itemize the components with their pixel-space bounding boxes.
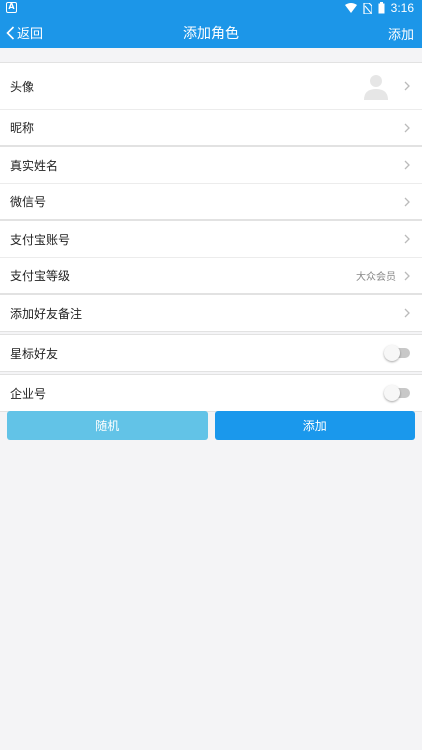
group-star: 星标好友 (0, 334, 422, 372)
add-button[interactable]: 添加 (214, 411, 415, 440)
row-label: 真实姓名 (10, 158, 59, 173)
form: 头像 昵称 真实姓名 微信号 支付宝账号 支付宝等级 大众会员 添加好友备注 星… (0, 62, 422, 412)
page-title: 添加角色 (183, 26, 239, 42)
no-sim-icon (363, 2, 372, 14)
chevron-right-icon (404, 308, 410, 318)
row-friend-note[interactable]: 添加好友备注 (0, 295, 422, 331)
nav-add-button[interactable]: 添加 (388, 24, 414, 43)
battery-icon (378, 2, 385, 14)
nav-bar: 返回 添加角色 添加 (0, 18, 422, 48)
row-label: 昵称 (10, 121, 35, 135)
group-identity: 真实姓名 微信号 (0, 146, 422, 220)
row-alipay-level[interactable]: 支付宝等级 大众会员 (0, 257, 422, 293)
row-label: 支付宝等级 (10, 269, 71, 283)
row-star-friend: 星标好友 (0, 335, 422, 371)
row-label: 星标好友 (10, 346, 59, 361)
enterprise-toggle[interactable] (384, 385, 410, 401)
chevron-right-icon (404, 197, 410, 206)
group-profile: 头像 昵称 (0, 62, 422, 146)
row-avatar[interactable]: 头像 (0, 63, 422, 109)
row-label: 添加好友备注 (10, 306, 83, 321)
row-label: 微信号 (10, 195, 47, 209)
avatar-placeholder-icon (364, 75, 388, 100)
action-buttons: 随机 添加 (0, 411, 422, 440)
star-friend-toggle[interactable] (384, 345, 410, 361)
chevron-right-icon (404, 123, 410, 132)
row-nickname[interactable]: 昵称 (0, 109, 422, 145)
app-notification-icon: A (6, 2, 17, 13)
alipay-level-value: 大众会员 (356, 272, 396, 283)
status-bar: A 3:16 (0, 0, 422, 18)
group-alipay: 支付宝账号 支付宝等级 大众会员 (0, 220, 422, 294)
row-label: 支付宝账号 (10, 232, 71, 247)
row-label: 头像 (10, 79, 35, 94)
wifi-icon (344, 3, 357, 13)
row-realname[interactable]: 真实姓名 (0, 147, 422, 183)
row-alipay-account[interactable]: 支付宝账号 (0, 221, 422, 257)
chevron-right-icon (404, 81, 410, 91)
chevron-right-icon (404, 271, 410, 280)
status-right: 3:16 (344, 1, 414, 15)
row-enterprise: 企业号 (0, 375, 422, 411)
row-wechat[interactable]: 微信号 (0, 183, 422, 219)
group-enterprise: 企业号 (0, 374, 422, 412)
random-button[interactable]: 随机 (7, 411, 208, 440)
chevron-right-icon (404, 160, 410, 170)
row-label: 企业号 (10, 386, 47, 401)
chevron-right-icon (404, 234, 410, 244)
clock: 3:16 (390, 1, 414, 15)
group-note: 添加好友备注 (0, 294, 422, 332)
